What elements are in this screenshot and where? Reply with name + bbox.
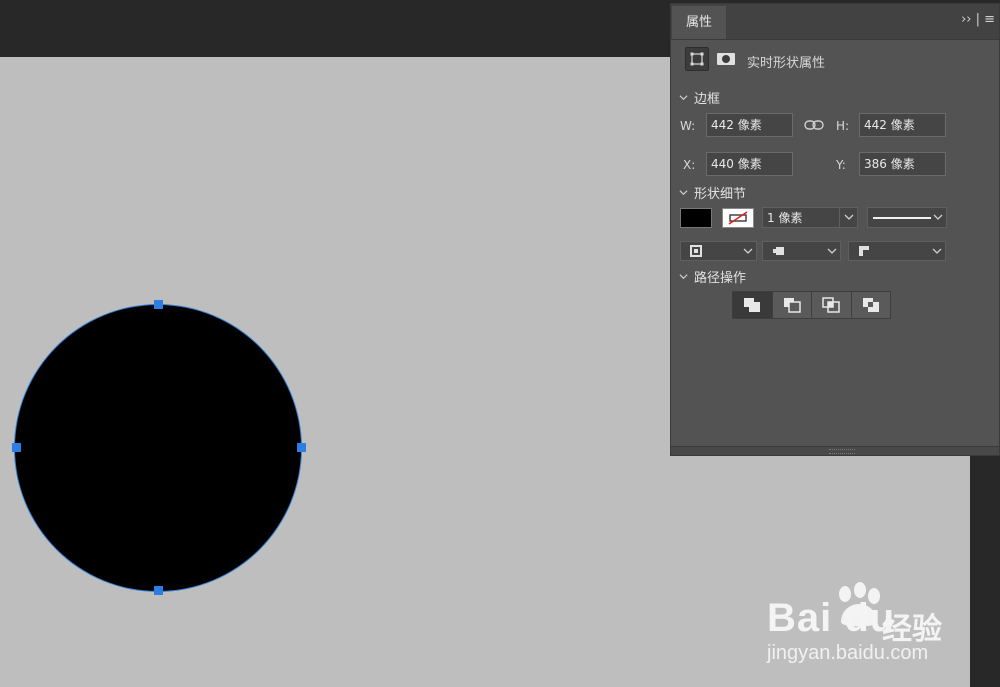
w-label: W: (680, 119, 696, 133)
panel-tab-bar: 属性 ›› | ≡ (671, 4, 999, 40)
chevron-down-icon (932, 248, 942, 254)
stroke-line-preview (873, 217, 931, 219)
combine-shapes-button[interactable] (733, 292, 773, 318)
combine-shapes-icon (744, 298, 761, 312)
x-label: X: (683, 158, 696, 172)
shape-details-section-header[interactable]: 形状细节 (679, 183, 746, 202)
fill-color-swatch[interactable] (680, 208, 712, 228)
chevron-down-icon (743, 248, 753, 254)
path-operations-group (732, 291, 891, 319)
chevron-down-icon (933, 214, 943, 220)
panel-resize-grip[interactable] (671, 446, 999, 455)
chevron-down-icon (679, 95, 688, 101)
baidu-watermark: Bai du 经验 jingyan.baidu.com (767, 580, 957, 670)
height-field[interactable]: 442 像素 (859, 113, 946, 137)
width-field[interactable]: 442 像素 (706, 113, 793, 137)
stroke-type-dropdown[interactable] (867, 207, 947, 228)
stroke-align-dropdown[interactable] (680, 241, 757, 261)
tab-properties[interactable]: 属性 (672, 6, 726, 39)
chevron-down-icon (827, 248, 837, 254)
bounds-section-label: 边框 (694, 92, 721, 107)
path-ops-section-header[interactable]: 路径操作 (679, 267, 746, 286)
y-label: Y: (836, 158, 846, 172)
watermark-url: jingyan.baidu.com (767, 642, 929, 664)
right-handle[interactable] (297, 443, 306, 452)
bounds-section-header[interactable]: 边框 (679, 88, 720, 107)
intersect-shape-button[interactable] (812, 292, 852, 318)
mask-icon[interactable] (714, 47, 738, 71)
stroke-align-icon (690, 245, 702, 257)
h-label: H: (836, 119, 850, 133)
chevron-down-icon (679, 274, 688, 280)
no-stroke-icon (728, 211, 748, 225)
stroke-corner-dropdown[interactable] (848, 241, 946, 261)
intersect-shape-icon (822, 297, 840, 313)
mode-title: 实时形状属性 (747, 56, 826, 71)
stroke-cap-dropdown[interactable] (762, 241, 841, 261)
watermark-brand: Bai du (767, 596, 896, 640)
stroke-width-field[interactable]: 1 像素 (762, 207, 858, 228)
link-icon[interactable] (802, 113, 826, 137)
ellipse-shape[interactable] (15, 305, 301, 591)
left-handle[interactable] (12, 443, 21, 452)
stroke-cap-icon (773, 247, 784, 255)
shape-details-section-label: 形状细节 (694, 187, 747, 202)
transform-icon[interactable] (685, 47, 709, 71)
subtract-shape-button[interactable] (772, 292, 812, 318)
properties-panel: 属性 ›› | ≡ 实时形状属性 边框 W: 442 像素 H: 442 像素 … (670, 3, 1000, 456)
stroke-corner-icon (859, 246, 869, 256)
stroke-width-value: 1 像素 (767, 211, 803, 225)
exclude-overlap-icon (862, 298, 879, 312)
chevron-down-icon (844, 214, 854, 220)
exclude-overlap-button[interactable] (851, 292, 890, 318)
chevron-down-icon (679, 190, 688, 196)
subtract-shape-icon (783, 298, 801, 313)
path-ops-section-label: 路径操作 (694, 271, 747, 286)
panel-menu-icon[interactable]: ›› | ≡ (961, 12, 995, 27)
bottom-handle[interactable] (154, 586, 163, 595)
y-field[interactable]: 386 像素 (859, 152, 946, 176)
x-field[interactable]: 440 像素 (706, 152, 793, 176)
stroke-color-swatch[interactable] (722, 208, 754, 228)
top-handle[interactable] (154, 300, 163, 309)
